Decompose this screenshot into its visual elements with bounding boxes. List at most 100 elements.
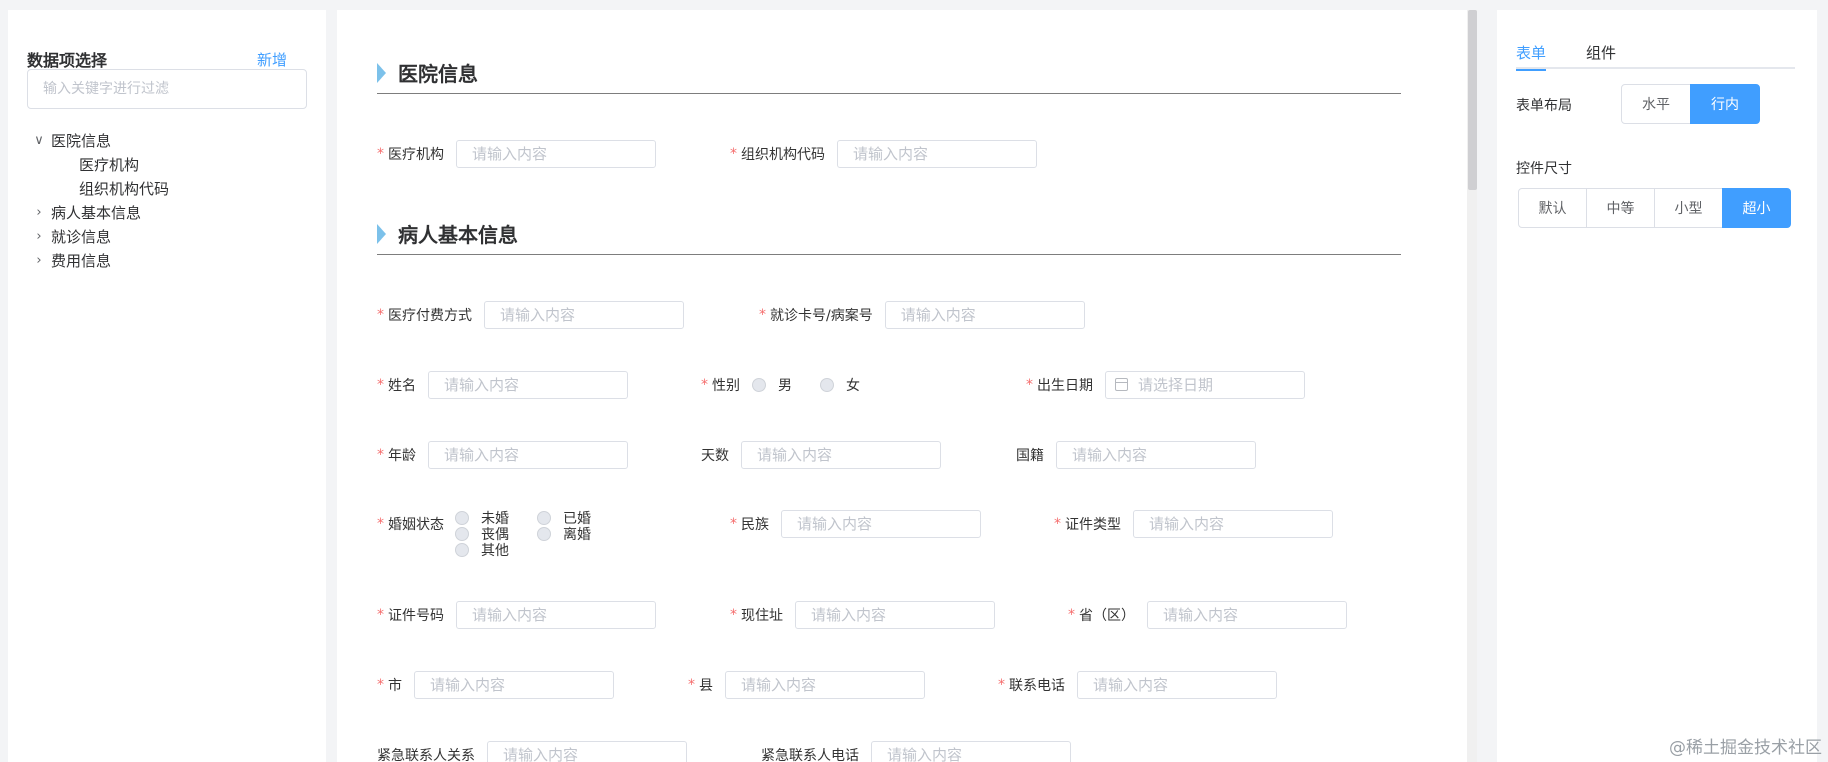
county-input[interactable] xyxy=(725,671,925,699)
field-label: 婚姻状态 xyxy=(388,517,444,533)
field-medical-institution: * 医疗机构 xyxy=(377,140,656,168)
section-hospital-info: 医院信息 xyxy=(377,60,1401,94)
required-mark: * xyxy=(377,377,384,393)
add-button[interactable]: 新增 xyxy=(257,49,287,70)
section-marker-icon xyxy=(377,223,386,244)
radio-circle xyxy=(455,527,469,541)
birth-date-input[interactable] xyxy=(1105,371,1305,399)
field-label: 国籍 xyxy=(1016,448,1044,464)
required-mark: * xyxy=(377,307,384,323)
size-default-button[interactable]: 默认 xyxy=(1518,188,1587,228)
vertical-scrollbar[interactable] xyxy=(1467,10,1477,762)
medical-institution-input[interactable] xyxy=(456,140,656,168)
field-label: 姓名 xyxy=(388,378,416,394)
required-mark: * xyxy=(377,146,384,162)
section-marker-icon xyxy=(377,62,386,83)
payment-method-input[interactable] xyxy=(484,301,684,329)
required-mark: * xyxy=(1054,516,1061,532)
tree-node-visit[interactable]: › 就诊信息 xyxy=(27,224,307,248)
phone-input[interactable] xyxy=(1077,671,1277,699)
name-input[interactable] xyxy=(428,371,628,399)
id-number-input[interactable] xyxy=(456,601,656,629)
field-county: * 县 xyxy=(688,671,925,699)
field-label: 组织机构代码 xyxy=(741,147,825,163)
form-canvas: 医院信息 * 医疗机构 * 组织机构代码 病人基本信息 * 医疗付费方式 * 就… xyxy=(337,10,1477,762)
gender-radio-male[interactable]: 男 xyxy=(752,375,792,395)
org-code-input[interactable] xyxy=(837,140,1037,168)
field-current-address: * 现住址 xyxy=(730,601,995,629)
city-input[interactable] xyxy=(414,671,614,699)
tree-node-org-code[interactable]: 组织机构代码 xyxy=(27,176,307,200)
birth-date-picker xyxy=(1105,371,1305,399)
emergency-relation-input[interactable] xyxy=(487,741,687,762)
tab-form[interactable]: 表单 xyxy=(1516,36,1547,71)
field-province: * 省（区） xyxy=(1068,601,1347,629)
tree-node-fee[interactable]: › 费用信息 xyxy=(27,248,307,272)
field-label: 证件类型 xyxy=(1065,517,1121,533)
field-label: 医疗机构 xyxy=(388,147,444,163)
section-title: 医院信息 xyxy=(398,62,478,86)
field-label: 现住址 xyxy=(741,608,783,624)
tree-node-medical-institution[interactable]: 医疗机构 xyxy=(27,152,307,176)
tree-node-label: 医院信息 xyxy=(51,131,112,150)
tree-node-label: 组织机构代码 xyxy=(79,179,170,198)
radio-circle xyxy=(820,378,834,392)
field-id-type: * 证件类型 xyxy=(1054,510,1333,538)
tree-node-hospital[interactable]: ∨ 医院信息 xyxy=(27,128,307,152)
gender-radio-female[interactable]: 女 xyxy=(820,375,860,395)
required-mark: * xyxy=(377,516,384,532)
calendar-icon xyxy=(1115,378,1128,391)
required-mark: * xyxy=(730,607,737,623)
size-medium-button[interactable]: 中等 xyxy=(1586,188,1655,228)
filter-input[interactable] xyxy=(27,69,307,109)
watermark: @稀土掘金技术社区 xyxy=(1669,738,1822,758)
chevron-right-icon[interactable]: › xyxy=(27,200,51,224)
section-patient-info: 病人基本信息 xyxy=(377,221,1401,255)
province-input[interactable] xyxy=(1147,601,1347,629)
field-label: 紧急联系人关系 xyxy=(377,748,475,762)
id-type-input[interactable] xyxy=(1133,510,1333,538)
layout-horizontal-button[interactable]: 水平 xyxy=(1621,84,1691,124)
field-city: * 市 xyxy=(377,671,614,699)
field-name: * 姓名 xyxy=(377,371,628,399)
required-mark: * xyxy=(730,146,737,162)
required-mark: * xyxy=(701,377,708,393)
radio-circle xyxy=(455,511,469,525)
ethnicity-input[interactable] xyxy=(781,510,981,538)
field-label: 天数 xyxy=(701,448,729,464)
tree-node-patient-basic[interactable]: › 病人基本信息 xyxy=(27,200,307,224)
required-mark: * xyxy=(759,307,766,323)
field-label: 年龄 xyxy=(388,448,416,464)
chevron-right-icon[interactable]: › xyxy=(27,224,51,248)
field-label: 紧急联系人电话 xyxy=(761,748,859,762)
required-mark: * xyxy=(998,677,1005,693)
current-address-input[interactable] xyxy=(795,601,995,629)
radio-circle xyxy=(752,378,766,392)
required-mark: * xyxy=(1068,607,1075,623)
chevron-down-icon[interactable]: ∨ xyxy=(27,128,51,152)
tab-components[interactable]: 组件 xyxy=(1586,36,1616,69)
required-mark: * xyxy=(377,677,384,693)
marital-radio-divorced[interactable]: 离婚 xyxy=(537,526,597,543)
size-small-button[interactable]: 小型 xyxy=(1654,188,1723,228)
field-emergency-relation: 紧急联系人关系 xyxy=(377,741,687,762)
emergency-phone-input[interactable] xyxy=(871,741,1071,762)
required-mark: * xyxy=(730,516,737,532)
scrollbar-thumb[interactable] xyxy=(1468,10,1477,190)
nationality-input[interactable] xyxy=(1056,441,1256,469)
layout-inline-button[interactable]: 行内 xyxy=(1690,84,1760,124)
section-title: 病人基本信息 xyxy=(398,223,518,247)
field-ethnicity: * 民族 xyxy=(730,510,981,538)
field-org-code: * 组织机构代码 xyxy=(730,140,1037,168)
field-nationality: 国籍 xyxy=(1016,441,1256,469)
card-number-input[interactable] xyxy=(884,301,1085,329)
radio-circle xyxy=(455,543,469,557)
marital-radio-other[interactable]: 其他 xyxy=(455,542,537,559)
chevron-right-icon[interactable]: › xyxy=(27,248,51,272)
age-input[interactable] xyxy=(428,441,628,469)
field-payment-method: * 医疗付费方式 xyxy=(377,301,684,329)
field-label: 联系电话 xyxy=(1009,678,1065,694)
field-label: 证件号码 xyxy=(388,608,444,624)
days-input[interactable] xyxy=(741,441,941,469)
size-mini-button[interactable]: 超小 xyxy=(1722,188,1791,228)
